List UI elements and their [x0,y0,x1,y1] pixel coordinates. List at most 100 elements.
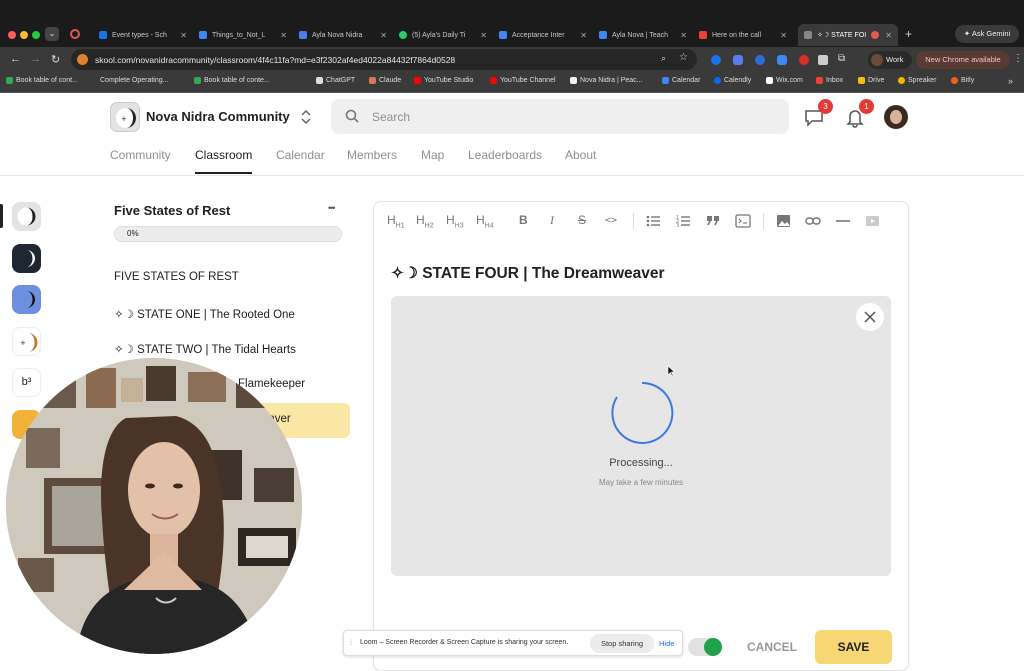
tab-leaderboards[interactable]: Leaderboards [468,148,542,162]
numbered-list-icon[interactable]: 123 [676,214,691,228]
bookmark-item[interactable]: Nova Nidra | Peac... [570,77,643,84]
forward-arrow-icon[interactable]: → [30,53,41,65]
tab-ayla-nova-teach[interactable]: Ayla Nova | Teach ✕ [593,24,693,46]
lesson-item-state-one[interactable]: ✧☽ STATE ONE | The Rooted One [114,307,295,321]
user-avatar[interactable] [884,105,908,129]
lesson-item-state-two[interactable]: ✧☽ STATE TWO | The Tidal Hearts [114,342,296,356]
tab-ayla-nova-nidra[interactable]: Ayla Nova Nidra ✕ [293,24,393,46]
chrome-update-button[interactable]: New Chrome available [916,51,1010,69]
bookmark-item[interactable]: Complete Operating... [100,77,168,84]
bookmark-item[interactable]: Spreaker [898,77,936,84]
bookmark-item[interactable]: Wix.com [766,77,803,84]
horizontal-rule-icon[interactable] [836,220,850,222]
ask-gemini-button[interactable]: ✦ Ask Gemini [955,25,1019,43]
switch-community-chevron-icon[interactable] [300,108,312,126]
heading-2-button[interactable]: HH2 [416,213,434,229]
bookmark-item[interactable]: Claude [369,77,401,84]
tab-community[interactable]: Community [110,148,171,162]
bookmark-item[interactable]: YouTube Studio [414,77,473,84]
community-icon-blue-moon[interactable] [12,285,41,314]
extension-icon[interactable] [799,55,809,65]
quote-icon[interactable] [706,215,720,227]
tab-close-icon[interactable]: ✕ [580,31,587,40]
bold-button[interactable]: B [519,213,528,227]
lesson-title[interactable]: ✧☽ STATE FOUR | The Dreamweaver [391,264,665,283]
heading-1-button[interactable]: HH1 [387,213,405,229]
tab-close-icon[interactable]: ✕ [380,31,387,40]
extension-icon[interactable] [818,55,828,65]
profile-work-chip[interactable]: Work [868,51,912,69]
code-block-icon[interactable] [735,214,751,228]
pinned-tab-icon[interactable] [70,29,80,39]
tab-calendar[interactable]: Calendar [276,148,325,162]
bookmark-item[interactable]: Bitly [951,77,974,84]
italic-button[interactable]: I [550,213,554,228]
tab-close-icon[interactable]: ✕ [885,31,892,40]
bookmark-item[interactable]: Drive [858,77,884,84]
cancel-button[interactable]: CANCEL [747,640,797,654]
back-arrow-icon[interactable]: ← [10,53,21,65]
webcam-overlay[interactable] [6,358,302,654]
site-info-icon[interactable] [77,54,88,65]
tab-acceptance[interactable]: Acceptance Inter ✕ [493,24,593,46]
tab-map[interactable]: Map [421,148,444,162]
image-icon[interactable] [776,214,791,228]
bookmark-item[interactable]: Book table of conte... [194,77,270,84]
tab-classroom[interactable]: Classroom [195,148,252,162]
drip-toggle[interactable] [688,638,722,656]
course-more-icon[interactable]: ••• [328,203,336,213]
stop-sharing-button[interactable]: Stop sharing [590,634,654,653]
community-name[interactable]: Nova Nidra Community [146,109,290,124]
bookmarks-overflow-icon[interactable]: » [1008,76,1013,86]
tab-close-icon[interactable]: ✕ [280,31,287,40]
heading-3-button[interactable]: HH3 [446,213,464,229]
bookmark-item[interactable]: Calendly [714,77,751,84]
tab-aylas-daily[interactable]: (5) Ayla's Daily Ti ✕ [393,24,493,46]
community-logo[interactable]: + [110,102,140,132]
community-icon-dark-moon[interactable] [12,244,41,273]
bookmark-star-icon[interactable]: ☆ [679,52,688,63]
chrome-menu-kebab-icon[interactable]: ⋮ [1013,53,1023,64]
tab-about[interactable]: About [565,148,596,162]
bookmark-item[interactable]: Inbox [816,77,843,84]
video-icon[interactable] [865,214,880,228]
reload-icon[interactable]: ↻ [51,53,60,66]
close-window-icon[interactable] [8,31,16,39]
address-bar[interactable]: skool.com/novanidracommunity/classroom/4… [71,49,697,70]
zoom-magnifier-icon[interactable]: ⌕ [661,53,666,64]
minimize-window-icon[interactable] [20,31,28,39]
strikethrough-button[interactable]: S [578,213,586,227]
tab-members[interactable]: Members [347,148,397,162]
community-icon-nova-nidra[interactable] [12,202,41,231]
tab-search-chevron-icon[interactable]: ⌄ [45,27,59,41]
bookmark-item[interactable]: ChatGPT [316,77,355,84]
tab-close-icon[interactable]: ✕ [180,31,187,40]
community-icon-orange-moon[interactable]: + [12,327,41,356]
tab-state-four-active[interactable]: ✧☽ STATE FOI ✕ [798,24,898,46]
community-icon-b3[interactable]: b³ [12,368,41,397]
tab-close-icon[interactable]: ✕ [680,31,687,40]
drag-handle-icon[interactable]: ⁞ [350,640,352,647]
extension-icon[interactable] [711,55,721,65]
code-button[interactable]: <> [605,215,617,226]
extensions-puzzle-icon[interactable]: ⧉ [838,53,845,64]
tab-here-on-the-call[interactable]: Here on the call ✕ [693,24,793,46]
lesson-section-header[interactable]: FIVE STATES OF REST [114,271,239,283]
bookmark-item[interactable]: Calendar [662,77,700,84]
tab-things-to-not[interactable]: Things_to_Not_L ✕ [193,24,293,46]
extension-icon[interactable] [777,55,787,65]
heading-4-button[interactable]: HH4 [476,213,494,229]
new-tab-plus-icon[interactable]: + [905,27,912,41]
extension-icon[interactable] [733,55,743,65]
bullet-list-icon[interactable] [646,214,661,228]
save-button[interactable]: SAVE [815,630,892,664]
link-icon[interactable] [805,215,821,227]
bookmark-item[interactable]: Book table of cont... [6,77,78,84]
hide-sharing-bar-link[interactable]: Hide [659,639,674,648]
maximize-window-icon[interactable] [32,31,40,39]
tab-close-icon[interactable]: ✕ [780,31,787,40]
tab-close-icon[interactable]: ✕ [480,31,487,40]
extension-icon[interactable] [755,55,765,65]
close-video-button[interactable] [856,303,884,331]
lesson-item-state-three[interactable]: Flamekeeper [238,378,305,390]
